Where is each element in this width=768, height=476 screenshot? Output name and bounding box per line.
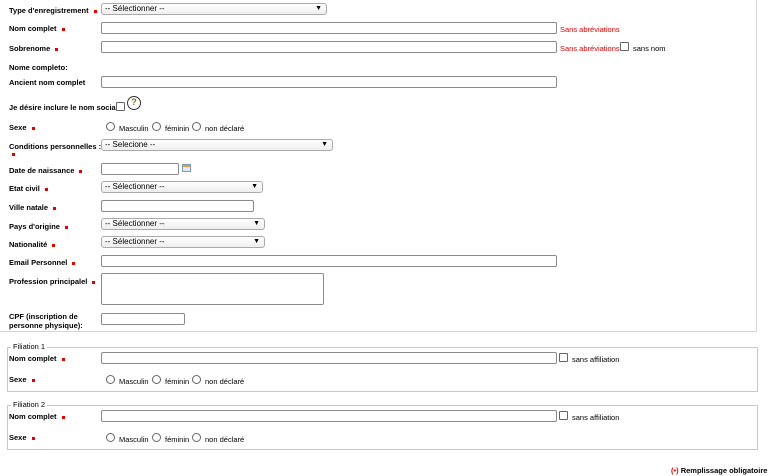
required-marker [55,47,59,51]
chevron-down-icon: ▼ [253,238,260,245]
nom-complet-note: Sans abréviations [560,25,620,34]
nom-sociale-label: Je désire inclure le nom sociale [9,103,122,112]
filiation-2-non-declare-label: non déclaré [205,435,245,444]
filiation-2-feminin-radio[interactable] [152,433,161,442]
required-marker [31,378,35,382]
sexe-non-declare-label: non déclaré [205,124,245,133]
email-input[interactable] [101,255,557,267]
filiation-2-masculin-radio[interactable] [106,433,115,442]
filiation-1-sans-affiliation-label: sans affiliation [572,355,620,364]
required-marker [93,9,97,13]
required-marker [12,153,15,156]
required-marker [64,225,68,229]
filiation-1-non-declare-label: non déclaré [205,377,245,386]
calendar-icon[interactable] [182,164,191,172]
filiation-1-sans-affiliation-checkbox[interactable] [559,353,568,362]
required-marker [61,415,65,419]
filiation-2-sans-affiliation-checkbox[interactable] [559,411,568,420]
required-marker [92,280,96,284]
nom-complet-label: Nom complet [9,24,65,33]
conditions-label: Conditions personnelles : [9,142,102,151]
cpf-input[interactable] [101,313,185,325]
sobrenome-input[interactable] [101,41,557,53]
sexe-masculin-radio[interactable] [106,122,115,131]
required-marker [31,436,35,440]
sobrenome-label: Sobrenome [9,44,59,53]
filiation-2-masculin-label: Masculin [119,435,149,444]
conditions-select[interactable]: -- Selecione -- ▼ [101,139,333,151]
naissance-label: Date de naissance [9,166,83,175]
naissance-input[interactable] [101,163,179,175]
filiation-1-feminin-label: féminin [165,377,190,386]
sans-nom-checkbox[interactable] [620,42,629,51]
required-marker [31,126,35,130]
profession-label: Profession principalel [9,277,96,286]
ancien-nom-label: Ancient nom complet [9,78,86,87]
help-icon[interactable]: ? [127,96,141,110]
chevron-down-icon: ▼ [315,5,322,12]
filiation-2-feminin-label: féminin [165,435,190,444]
filiation-1-nom-label: Nom complet [9,354,65,363]
pays-origine-select[interactable]: -- Sélectionner -- ▼ [101,218,265,230]
nom-sociale-checkbox[interactable] [116,102,125,111]
etat-civil-label: Etat civil [9,184,48,193]
sexe-masculin-label: Masculin [119,124,149,133]
filiation-2-nom-label: Nom complet [9,412,65,421]
required-marker [52,243,56,247]
required-marker [72,261,76,265]
filiation-1-non-declare-radio[interactable] [192,375,201,384]
ancien-nom-input[interactable] [101,76,557,88]
cpf-label: CPF (inscription de personne physique): [9,312,83,330]
filiation-2-nom-input[interactable] [101,410,557,422]
email-label: Email Personnel [9,258,76,267]
required-marker [61,27,65,31]
filiation-2-non-declare-radio[interactable] [192,433,201,442]
type-enregistrement-select[interactable]: -- Sélectionner -- ▼ [101,3,327,15]
nom-complet-input[interactable] [101,22,557,34]
required-marker [61,357,65,361]
profession-textarea[interactable] [101,273,324,305]
filiation-1-nom-input[interactable] [101,352,557,364]
filiation-2-sexe-label: Sexe [9,433,35,442]
required-legend: (•) Remplissage obligatoire [671,466,767,475]
ville-natale-input[interactable] [101,200,254,212]
sexe-feminin-radio[interactable] [152,122,161,131]
etat-civil-select[interactable]: -- Sélectionner -- ▼ [101,181,263,193]
nationalite-label: Nationalité [9,240,56,249]
filiation-2-sans-affiliation-label: sans affiliation [572,413,620,422]
chevron-down-icon: ▼ [253,220,260,227]
sexe-non-declare-radio[interactable] [192,122,201,131]
required-marker [44,187,48,191]
required-marker [53,206,57,210]
pays-origine-label: Pays d'origine [9,222,68,231]
filiation-1-legend: Filiation 1 [11,342,48,351]
filiation-1-masculin-radio[interactable] [106,375,115,384]
sexe-label: Sexe [9,123,35,132]
filiation-1-feminin-radio[interactable] [152,375,161,384]
ville-natale-label: Ville natale [9,203,57,212]
required-legend-marker: (•) [671,466,679,475]
sexe-feminin-label: féminin [165,124,190,133]
required-legend-text: Remplissage obligatoire [680,466,768,475]
filiation-1-sexe-label: Sexe [9,375,35,384]
nome-completo-label: Nome completo: [9,63,68,72]
chevron-down-icon: ▼ [321,141,328,148]
type-enregistrement-label: Type d'enregistrement [9,6,97,15]
filiation-2-legend: Filiation 2 [11,400,48,409]
nationalite-select[interactable]: -- Sélectionner -- ▼ [101,236,265,248]
chevron-down-icon: ▼ [251,183,258,190]
filiation-1-masculin-label: Masculin [119,377,149,386]
sobrenome-note: Sans abréviations [560,44,620,53]
required-marker [79,169,83,173]
sans-nom-label: sans nom [633,44,666,53]
